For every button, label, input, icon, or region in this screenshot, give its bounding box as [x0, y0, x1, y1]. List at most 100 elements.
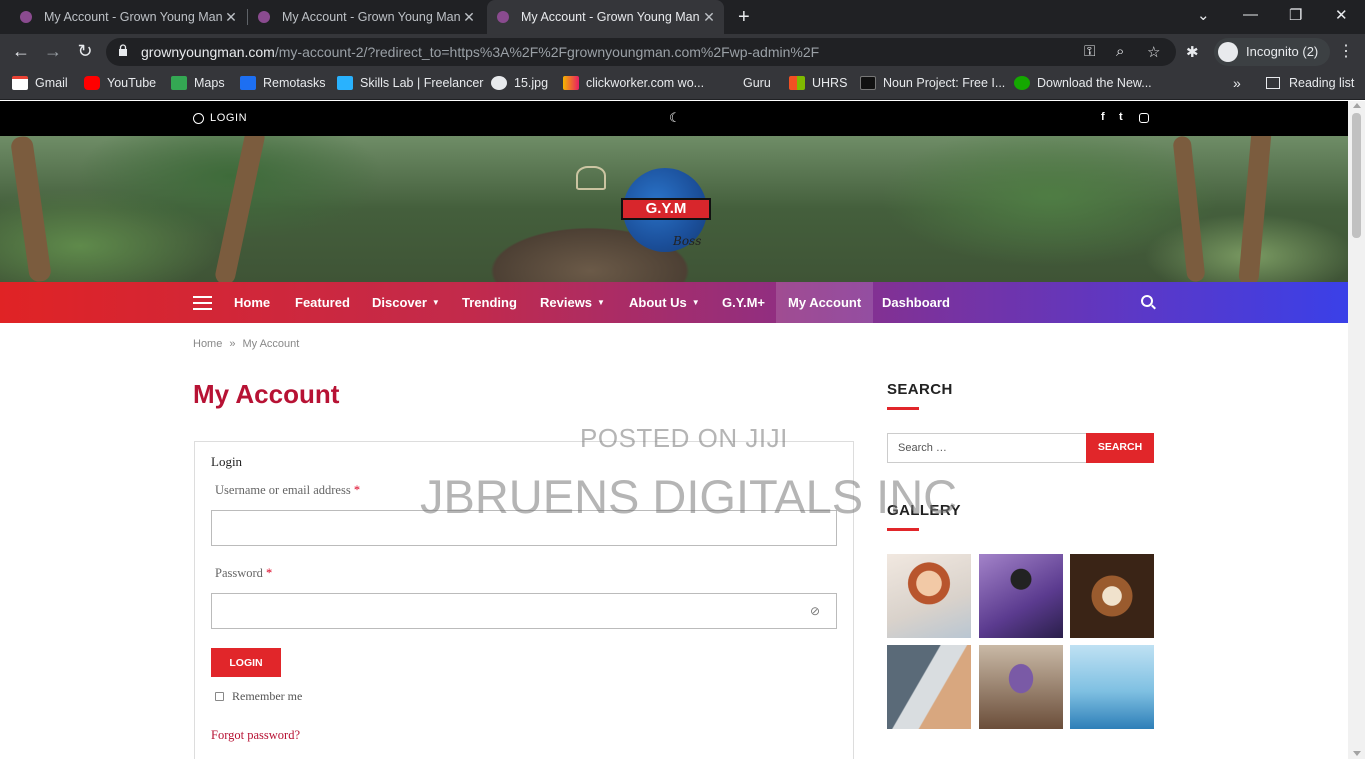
maps-icon: [171, 76, 187, 90]
password-label: Password *: [215, 566, 273, 580]
sidebar-search-button[interactable]: SEARCH: [1086, 433, 1154, 463]
bookmark-item[interactable]: UHRS: [789, 76, 847, 90]
main-navigation: Home Featured Discover ▼ Trending Reviews…: [0, 282, 1348, 323]
tab-close-icon[interactable]: ✕: [224, 10, 238, 24]
tab-close-icon[interactable]: ✕: [462, 10, 476, 24]
chevron-down-icon: ▼: [597, 298, 605, 307]
scroll-down-arrow-icon[interactable]: [1353, 751, 1361, 756]
login-button[interactable]: LOGIN: [211, 648, 281, 677]
tab-title: My Account - Grown Young Man: [282, 10, 461, 24]
login-label: LOGIN: [210, 112, 248, 124]
page-scrollbar[interactable]: [1348, 101, 1365, 759]
bookmark-label: YouTube: [107, 76, 157, 90]
browser-menu-icon[interactable]: ⋮: [1338, 41, 1354, 61]
reload-icon[interactable]: ↻: [73, 41, 97, 62]
profile-label: Incognito (2): [1246, 44, 1319, 59]
site-logo[interactable]: G.Y.M Boss: [621, 166, 711, 256]
zoom-magnifier-icon[interactable]: ⌕: [1116, 43, 1124, 60]
reading-list-button[interactable]: Reading list: [1266, 76, 1354, 90]
bookmark-label: 15.jpg: [514, 76, 549, 90]
hamburger-menu-icon[interactable]: [193, 296, 212, 310]
gallery-image-vr-headset[interactable]: [979, 554, 1063, 638]
user-circle-icon: [193, 112, 204, 124]
more-bookmarks-chevron-icon[interactable]: »: [1233, 75, 1241, 91]
remember-me[interactable]: Remember me: [215, 689, 302, 704]
nav-about-us[interactable]: About Us ▼: [629, 282, 700, 323]
web-page: LOGIN ☾ f t G.Y.M Boss Home Featured Dis…: [0, 101, 1348, 759]
nav-dashboard[interactable]: Dashboard: [882, 282, 950, 323]
restore-icon[interactable]: ❐: [1289, 6, 1302, 24]
search-widget-title: SEARCH: [887, 381, 953, 398]
freelancer-icon: [337, 76, 353, 90]
tab-search-chevron-icon[interactable]: ⌄: [1197, 6, 1210, 24]
browser-toolbar: ← → ↻ grownyoungman.com/my-account-2/?re…: [0, 34, 1365, 70]
gallery-image-woman-glasses[interactable]: [887, 554, 971, 638]
nav-gym-plus[interactable]: G.Y.M+: [722, 282, 765, 323]
noun-project-icon: [860, 76, 876, 90]
gallery-image-ocean-jump[interactable]: [1070, 645, 1154, 729]
bookmark-item[interactable]: Skills Lab | Freelancer: [337, 76, 483, 90]
bookmark-item[interactable]: Remotasks: [240, 76, 326, 90]
topbar-login-link[interactable]: LOGIN: [193, 112, 247, 124]
guru-icon: [720, 76, 736, 90]
breadcrumb-home-link[interactable]: Home: [193, 338, 222, 350]
nav-my-account[interactable]: My Account: [776, 282, 874, 323]
bookmark-item[interactable]: clickworker.com wo...: [563, 76, 704, 90]
breadcrumb-current: My Account: [242, 338, 300, 350]
bookmark-item[interactable]: Gmail: [12, 76, 68, 90]
nav-featured[interactable]: Featured: [295, 282, 350, 323]
remember-checkbox[interactable]: [215, 692, 224, 701]
bookmark-item[interactable]: YouTube: [84, 76, 156, 90]
forward-arrow-icon[interactable]: →: [41, 41, 65, 62]
browser-tab[interactable]: My Account - Grown Young Man ✕: [12, 0, 246, 34]
scrollbar-thumb[interactable]: [1352, 113, 1361, 238]
clickworker-icon: [563, 76, 579, 90]
gallery-image-workspace[interactable]: [887, 645, 971, 729]
site-favicon-icon: [20, 11, 32, 23]
password-input[interactable]: ⊘: [211, 593, 837, 629]
extensions-puzzle-icon[interactable]: ✱: [1186, 43, 1199, 61]
bookmark-item[interactable]: Noun Project: Free I...: [860, 76, 1005, 90]
header-banner-image: G.Y.M Boss: [0, 136, 1348, 282]
scroll-up-arrow-icon[interactable]: [1353, 103, 1361, 108]
back-arrow-icon[interactable]: ←: [9, 41, 33, 62]
minimize-icon[interactable]: —: [1243, 6, 1258, 23]
twitter-icon[interactable]: t: [1119, 111, 1123, 123]
bookmark-star-icon[interactable]: ☆: [1147, 43, 1160, 61]
bookmark-item[interactable]: 15.jpg: [491, 76, 548, 90]
remotasks-icon: [240, 76, 256, 90]
username-label: Username or email address *: [215, 483, 361, 497]
sidebar-search-input[interactable]: Search …: [887, 433, 1087, 463]
hide-password-eye-icon[interactable]: ⊘: [810, 604, 824, 618]
browser-tab-active[interactable]: My Account - Grown Young Man ✕: [487, 0, 724, 34]
dark-mode-moon-icon[interactable]: ☾: [669, 110, 681, 126]
lock-icon[interactable]: [118, 44, 128, 56]
new-tab-plus-icon[interactable]: +: [738, 6, 750, 29]
bookmark-label: Download the New...: [1037, 76, 1152, 90]
facebook-icon[interactable]: f: [1101, 111, 1105, 123]
bookmark-item[interactable]: Guru: [720, 76, 771, 90]
instagram-icon[interactable]: [1139, 113, 1149, 123]
tab-close-icon[interactable]: ✕: [702, 10, 716, 24]
nav-home[interactable]: Home: [234, 282, 270, 323]
address-bar[interactable]: grownyoungman.com/my-account-2/?redirect…: [106, 38, 1176, 66]
incognito-profile-button[interactable]: Incognito (2): [1214, 38, 1331, 66]
palm-trunk: [9, 136, 53, 282]
browser-tab[interactable]: My Account - Grown Young Man ✕: [250, 0, 484, 34]
search-icon[interactable]: [1141, 295, 1153, 307]
browser-tab-strip: My Account - Grown Young Man ✕ My Accoun…: [0, 0, 1365, 34]
bookmark-item[interactable]: Maps: [171, 76, 225, 90]
nav-trending[interactable]: Trending: [462, 282, 517, 323]
tab-separator: [247, 9, 248, 25]
gallery-image-smoothie[interactable]: [979, 645, 1063, 729]
gallery-image-latte-art[interactable]: [1070, 554, 1154, 638]
close-window-icon[interactable]: ✕: [1335, 6, 1348, 24]
forgot-password-link[interactable]: Forgot password?: [211, 728, 300, 743]
remember-label: Remember me: [232, 689, 303, 703]
nav-reviews[interactable]: Reviews ▼: [540, 282, 605, 323]
nav-discover[interactable]: Discover ▼: [372, 282, 440, 323]
bookmark-label: UHRS: [812, 76, 848, 90]
bookmark-item[interactable]: Download the New...: [1014, 76, 1152, 90]
url-text: grownyoungman.com/my-account-2/?redirect…: [141, 44, 820, 60]
key-icon[interactable]: ⚿: [1084, 43, 1095, 60]
